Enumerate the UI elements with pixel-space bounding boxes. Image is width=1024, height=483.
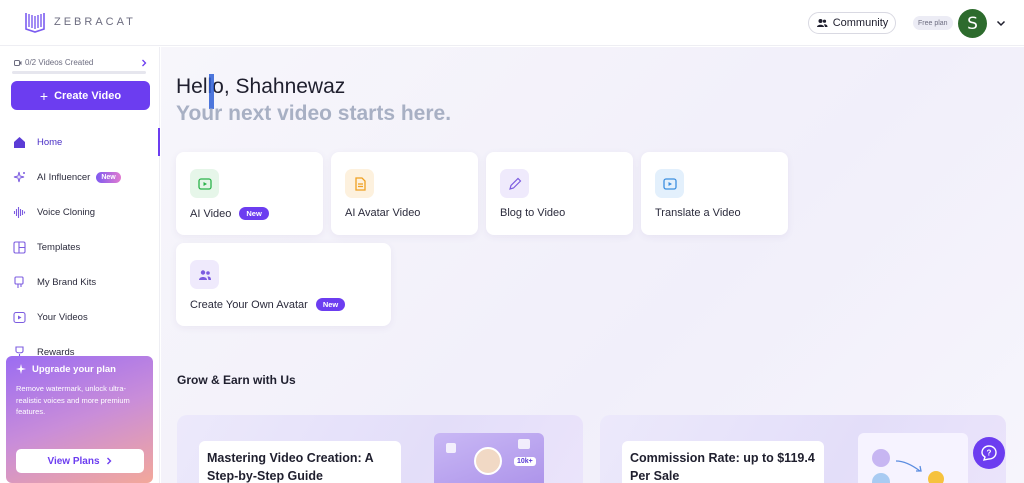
video-count-icon [14,59,22,66]
section-title: Grow & Earn with Us [177,373,296,387]
greeting: Hello, Shahnewaz [176,75,346,98]
svg-text:?: ? [987,449,992,458]
zebracat-logo-icon [25,13,45,33]
card-label: Translate a Video [655,207,741,219]
card-label: Blog to Video [500,207,566,219]
promo-card-guide[interactable]: Mastering Video Creation: A Step-by-Step… [177,415,583,483]
chevron-right-icon [106,457,112,465]
document-icon [345,169,374,198]
card-label-row: Translate a Video [655,207,741,219]
community-button[interactable]: Community [808,12,896,34]
card-label: AI Avatar Video [345,207,421,219]
sidebar-item-label: Templates [37,242,81,253]
person-avatar-icon [474,447,502,475]
sidebar-item-your-videos[interactable]: Your Videos [0,300,160,335]
brand-kit-icon [12,276,26,290]
promo-illustration [858,433,968,483]
user-circle-icon [872,473,890,483]
users-icon [190,260,219,289]
coin-icon [928,471,944,483]
sidebar-item-voice-cloning[interactable]: Voice Cloning [0,195,160,230]
promo-title-box: Commission Rate: up to $119.4 Per Sale [622,441,824,483]
heart-icon [446,443,456,453]
sidebar-item-label: AI Influencer [37,172,91,183]
sidebar-item-brand-kits[interactable]: My Brand Kits [0,265,160,300]
upgrade-description: Remove watermark, unlock ultra-realistic… [16,384,130,417]
play-icon [190,169,219,198]
upgrade-title: Upgrade your plan [32,364,116,375]
sidebar-item-label: My Brand Kits [37,277,97,288]
promo-title-box: Mastering Video Creation: A Step-by-Step… [199,441,401,483]
card-ai-video[interactable]: AI Video New [176,152,323,235]
view-plans-label: View Plans [47,455,100,467]
video-icon [655,169,684,198]
chevron-right-icon [142,59,147,66]
sidebar-item-label: Voice Cloning [37,207,96,218]
card-label-row: AI Video New [190,207,269,220]
pen-icon [500,169,529,198]
logo-text: ZEBRACAT [54,16,136,28]
promo-illustration: 10k+ [434,433,544,483]
card-create-own-avatar[interactable]: Create Your Own Avatar New [176,243,391,326]
card-label: Create Your Own Avatar [190,298,308,311]
stat-badge: 10k+ [514,457,536,466]
sidebar-item-ai-influencer[interactable]: AI Influencer New [0,160,160,195]
sparkle-icon [12,171,26,185]
create-video-button[interactable]: + Create Video [11,81,150,110]
upgrade-plan-card: Upgrade your plan Remove watermark, unlo… [6,356,153,483]
chevron-down-icon[interactable] [995,17,1007,29]
video-icon [12,311,26,325]
community-label: Community [832,17,889,29]
help-chat-button[interactable]: ? [973,437,1005,469]
view-plans-button[interactable]: View Plans [16,449,144,473]
users-icon [816,19,828,27]
waveform-icon [12,206,26,220]
new-badge: New [315,298,346,311]
card-label-row: Blog to Video [500,207,565,219]
main-content: Hello, Shahnewaz Your next video starts … [161,47,1024,483]
card-blog-to-video[interactable]: Blog to Video [486,152,633,235]
help-icon: ? [981,445,997,461]
page-subtitle: Your next video starts here. [176,102,452,125]
plan-badge: Free plan [913,16,953,30]
new-badge: New [96,172,121,183]
card-label-row: Create Your Own Avatar New [190,298,346,311]
sparkle-icon [16,364,26,374]
sidebar-nav: Home AI Influencer New Voice Cloning Tem… [0,125,160,370]
sidebar: 0/2 Videos Created + Create Video Home A… [0,47,160,483]
videos-created-text: 0/2 Videos Created [25,58,94,67]
card-translate-video[interactable]: Translate a Video [641,152,788,235]
home-icon [12,136,26,150]
videos-progress-bar [12,71,146,74]
templates-icon [12,241,26,255]
new-badge: New [239,207,269,220]
card-label: AI Video [190,207,232,220]
sidebar-item-templates[interactable]: Templates [0,230,160,265]
upgrade-title-row: Upgrade your plan [16,364,143,375]
promo-card-commission[interactable]: Commission Rate: up to $119.4 Per Sale [600,415,1006,483]
videos-created-row[interactable]: 0/2 Videos Created [14,58,148,67]
user-circle-icon [872,449,890,467]
card-label-row: AI Avatar Video [345,207,420,219]
avatar[interactable]: S [958,9,987,38]
plus-icon: + [39,87,49,104]
create-video-label: Create Video [54,89,122,102]
chart-icon [518,439,530,449]
arrow-icon [895,460,922,472]
promo-title: Commission Rate: up to $119.4 Per Sale [630,451,815,483]
top-bar: ZEBRACAT Community Free plan S [0,0,1024,46]
logo[interactable]: ZEBRACAT [24,11,136,33]
sidebar-item-label: Home [37,137,63,148]
promo-title: Mastering Video Creation: A Step-by-Step… [207,451,374,483]
card-ai-avatar-video[interactable]: AI Avatar Video [331,152,478,235]
sidebar-item-home[interactable]: Home [0,125,160,160]
sidebar-item-label: Your Videos [37,312,88,323]
